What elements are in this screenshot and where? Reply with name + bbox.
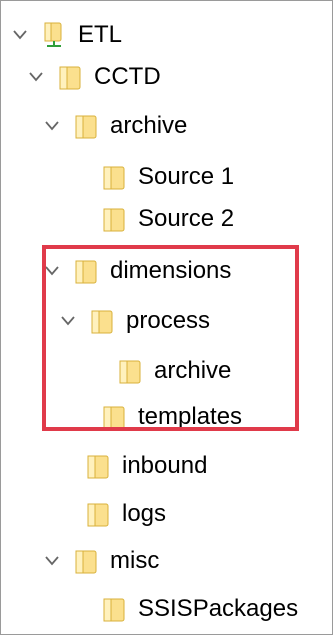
- tree-node-label: SSISPackages: [138, 595, 299, 622]
- tree-node-label: process: [126, 307, 211, 334]
- tree-node-label: logs: [122, 500, 167, 527]
- chevron-down-icon[interactable]: [44, 553, 60, 569]
- folder-icon: [74, 257, 98, 285]
- tree-node-label: templates: [138, 403, 243, 430]
- tree-node-templates[interactable]: templates: [72, 397, 242, 437]
- folder-icon: [74, 112, 98, 140]
- tree-node-label: Source 1: [138, 163, 235, 190]
- folder-icon: [86, 500, 110, 528]
- tree-node-label: inbound: [122, 452, 208, 479]
- tree-node-label: dimensions: [110, 257, 232, 284]
- tree-node-archive[interactable]: archive: [44, 106, 187, 146]
- folder-icon: [102, 595, 126, 623]
- tree-node-etl[interactable]: ETL: [12, 15, 122, 55]
- folder-icon: [86, 452, 110, 480]
- tree-node-ssispackages[interactable]: SSISPackages: [72, 589, 298, 629]
- tree-node-source-2[interactable]: Source 2: [72, 199, 234, 239]
- chevron-down-icon[interactable]: [12, 27, 28, 43]
- folder-icon: [118, 357, 142, 385]
- tree-node-label: Source 2: [138, 205, 235, 232]
- tree-node-cctd[interactable]: CCTD: [28, 57, 161, 97]
- network-folder-icon: [42, 21, 66, 49]
- tree-node-label: archive: [110, 112, 188, 139]
- tree-node-source-1[interactable]: Source 1: [72, 157, 234, 197]
- tree-node-label: CCTD: [94, 63, 161, 90]
- chevron-down-icon[interactable]: [44, 263, 60, 279]
- folder-icon: [102, 205, 126, 233]
- chevron-down-icon[interactable]: [28, 69, 44, 85]
- folder-icon: [90, 307, 114, 335]
- folder-tree: ETL CCTD archive Source 1 Source 2 dimen…: [0, 0, 333, 635]
- folder-icon: [74, 547, 98, 575]
- folder-icon: [102, 403, 126, 431]
- tree-node-label: ETL: [78, 21, 123, 48]
- tree-node-label: archive: [154, 357, 232, 384]
- tree-node-process[interactable]: process: [60, 301, 210, 341]
- chevron-down-icon[interactable]: [60, 313, 76, 329]
- folder-icon: [58, 63, 82, 91]
- tree-node-label: misc: [110, 547, 160, 574]
- tree-node-inbound[interactable]: inbound: [56, 446, 207, 486]
- tree-node-logs[interactable]: logs: [56, 494, 166, 534]
- chevron-down-icon[interactable]: [44, 118, 60, 134]
- tree-node-dimensions[interactable]: dimensions: [44, 251, 231, 291]
- tree-node-process-archive[interactable]: archive: [88, 351, 231, 391]
- folder-icon: [102, 163, 126, 191]
- tree-node-misc[interactable]: misc: [44, 541, 159, 581]
